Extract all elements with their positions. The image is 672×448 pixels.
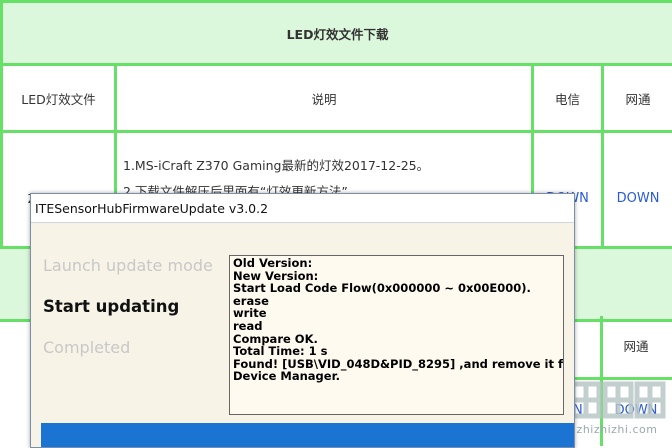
window-titlebar[interactable]: ITESensorHubFirmwareUpdate v3.0.2 [31, 194, 574, 223]
watermark-logo-icon [568, 378, 668, 424]
log-line: read [233, 320, 560, 333]
log-line: Old Version: [233, 257, 560, 270]
step-completed: Completed [43, 338, 233, 379]
desc-line-1: 1.MS-iCraft Z370 Gaming最新的灯效2017-12-25。 [123, 153, 531, 179]
window-title: ITESensorHubFirmwareUpdate v3.0.2 [35, 201, 268, 216]
update-steps: Launch update mode Start updating Comple… [43, 256, 233, 379]
update-log-box[interactable]: Old Version: New Version: Start Load Cod… [229, 255, 564, 415]
log-line: Device Manager. [233, 370, 560, 383]
watermark-text: zhizhizhi.com [563, 423, 671, 436]
step-launch-update-mode: Launch update mode [43, 256, 233, 297]
cell-netcom: DOWN [603, 132, 672, 265]
log-line: Total Time: 1 s [233, 345, 560, 358]
firmware-update-window[interactable]: ITESensorHubFirmwareUpdate v3.0.2 Launch… [30, 193, 575, 448]
second-header-netcom: 网通 [600, 336, 672, 355]
log-line: Start Load Code Flow(0x000000 ~ 0x00E000… [233, 282, 560, 295]
page: LED灯效文件下载 LED灯效文件 说明 电信 网通 Z370-LED 1.MS… [0, 0, 672, 446]
table-title: LED灯效文件下载 [2, 2, 672, 65]
download-netcom-link[interactable]: DOWN [617, 191, 660, 206]
log-line: erase [233, 295, 560, 308]
log-line: write [233, 307, 560, 320]
header-led-file: LED灯效文件 [2, 65, 116, 132]
progress-bar [41, 423, 574, 447]
step-start-updating: Start updating [43, 297, 233, 338]
header-netcom: 网通 [603, 65, 672, 132]
header-description: 说明 [116, 65, 533, 132]
header-telecom: 电信 [533, 65, 603, 132]
